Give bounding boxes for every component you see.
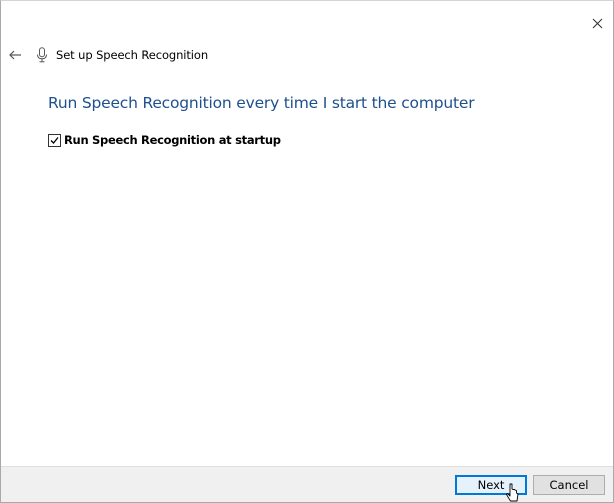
back-button[interactable] [7, 46, 25, 64]
back-arrow-icon [9, 50, 21, 60]
wizard-title: Set up Speech Recognition [56, 48, 209, 62]
microphone-icon [37, 47, 47, 63]
page-heading: Run Speech Recognition every time I star… [48, 94, 475, 112]
speech-recognition-wizard-window: Set up Speech Recognition Run Speech Rec… [0, 0, 614, 503]
wizard-header: Set up Speech Recognition [36, 46, 208, 64]
close-button[interactable] [587, 13, 609, 35]
cancel-button[interactable]: Cancel [533, 475, 605, 495]
wizard-footer: Next Cancel [1, 466, 613, 502]
close-icon [592, 18, 603, 29]
mouse-cursor-icon [506, 483, 519, 502]
startup-checkbox[interactable] [48, 133, 61, 147]
startup-checkbox-label[interactable]: Run Speech Recognition at startup [64, 133, 281, 147]
checkmark-icon [50, 136, 59, 144]
startup-checkbox-row[interactable]: Run Speech Recognition at startup [48, 133, 281, 147]
